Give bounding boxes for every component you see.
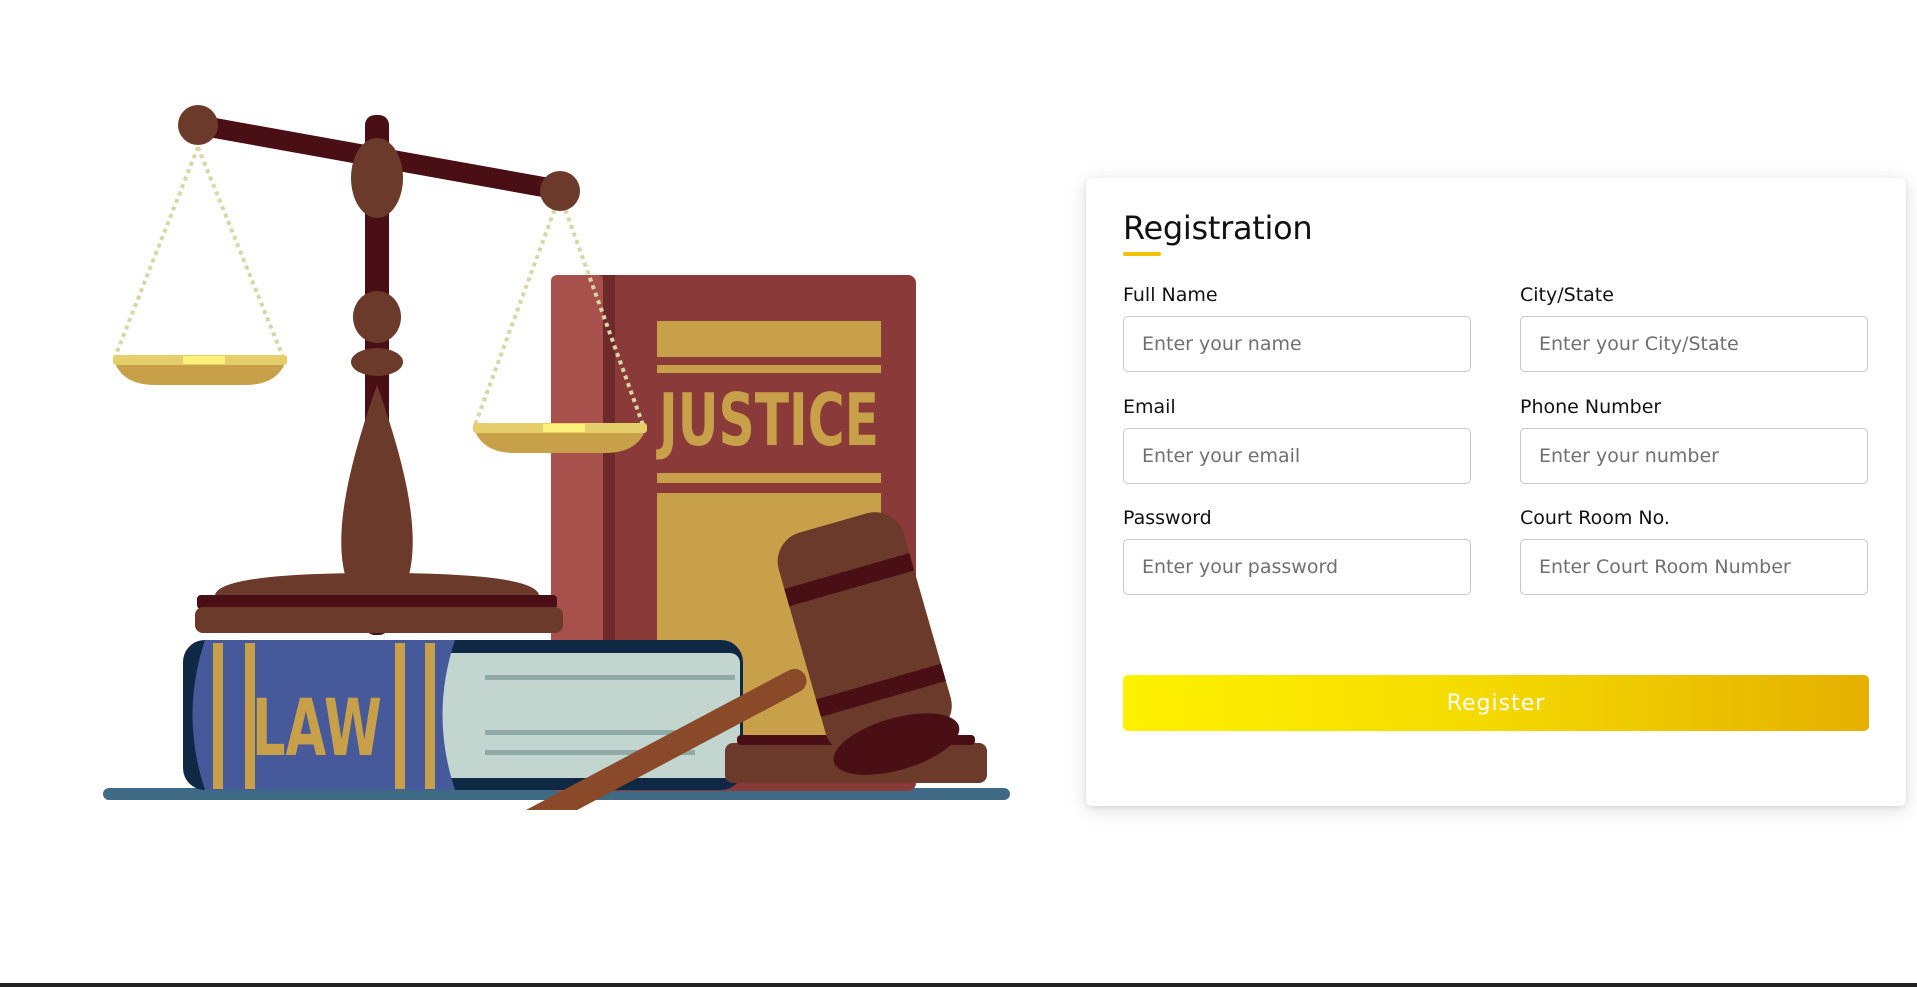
full-name-group: Full Name	[1123, 284, 1471, 372]
password-label: Password	[1123, 507, 1212, 529]
court-room-input[interactable]	[1520, 539, 1868, 595]
law-book-label: LAW	[252, 684, 382, 774]
phone-number-input[interactable]	[1520, 428, 1868, 484]
register-button[interactable]: Register	[1123, 675, 1869, 731]
law-book-icon: LAW	[183, 640, 743, 790]
full-name-input[interactable]	[1123, 316, 1471, 372]
city-state-label: City/State	[1520, 284, 1614, 306]
justice-book-label: JUSTICE	[656, 378, 879, 462]
phone-number-label: Phone Number	[1520, 396, 1662, 418]
city-state-group: City/State	[1520, 284, 1868, 372]
email-group: Email	[1123, 396, 1471, 484]
page-title: Registration	[1123, 209, 1313, 247]
registration-card: Registration Full Name City/State Email …	[1086, 178, 1906, 806]
city-state-input[interactable]	[1520, 316, 1868, 372]
password-input[interactable]	[1123, 539, 1471, 595]
password-group: Password	[1123, 507, 1471, 595]
email-input[interactable]	[1123, 428, 1471, 484]
title-underline	[1123, 252, 1161, 256]
bottom-border	[0, 983, 1917, 987]
phone-number-group: Phone Number	[1520, 396, 1868, 484]
court-room-label: Court Room No.	[1520, 507, 1670, 529]
email-label: Email	[1123, 396, 1176, 418]
court-room-group: Court Room No.	[1520, 507, 1868, 595]
law-illustration: JUSTICE LAW	[95, 95, 1020, 810]
full-name-label: Full Name	[1123, 284, 1218, 306]
